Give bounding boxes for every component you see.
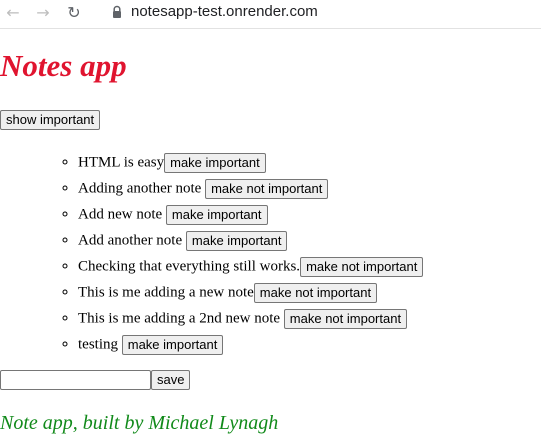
note-text: HTML is easy [78, 154, 165, 171]
footer-text: Note app, built by Michael Lynagh [0, 412, 279, 434]
note-item: Add another note make important [78, 227, 423, 253]
toggle-importance-button[interactable]: make important [185, 230, 288, 251]
save-button[interactable]: save [151, 370, 191, 390]
note-text: testing [78, 336, 118, 353]
toggle-importance-button[interactable]: make not important [253, 282, 378, 303]
toggle-importance-button[interactable]: make important [121, 334, 224, 355]
note-item: This is me adding a 2nd new note make no… [78, 305, 423, 331]
note-item: Adding another note make not important [78, 175, 423, 201]
toggle-importance-button[interactable]: make not important [283, 308, 408, 329]
toggle-importance-button[interactable]: make not important [205, 178, 329, 199]
toggle-importance-button[interactable]: make important [164, 152, 266, 173]
notes-list: HTML is easymake important Adding anothe… [0, 149, 424, 357]
address-bar-url[interactable]: notesapp-test.onrender.com [131, 2, 318, 22]
note-text: This is me adding a new note [78, 284, 254, 301]
toggle-importance-button[interactable]: make important [165, 204, 268, 225]
note-text: Add another note [78, 232, 183, 249]
browser-toolbar: ← → ↻ notesapp-test.onrender.com [0, 0, 541, 29]
note-text: Checking that everything still works. [78, 258, 301, 275]
reload-icon[interactable]: ↻ [64, 2, 84, 22]
note-item: HTML is easymake important [78, 149, 423, 175]
back-arrow-icon[interactable]: ← [3, 2, 23, 22]
toggle-importance-button[interactable]: make not important [300, 256, 424, 277]
note-item: testing make important [78, 331, 423, 357]
new-note-input[interactable] [0, 370, 151, 390]
note-item: Checking that everything still works.mak… [78, 253, 424, 279]
lock-icon[interactable] [110, 5, 124, 19]
note-text: This is me adding a 2nd new note [78, 310, 281, 327]
forward-arrow-icon[interactable]: → [33, 2, 53, 22]
note-text: Add new note [78, 206, 163, 223]
note-text: Adding another note [78, 180, 202, 197]
note-item: Add new note make important [78, 201, 423, 227]
note-item: This is me adding a new notemake not imp… [78, 279, 423, 305]
page-title: Notes app [0, 48, 127, 83]
show-important-button[interactable]: show important [0, 110, 101, 130]
